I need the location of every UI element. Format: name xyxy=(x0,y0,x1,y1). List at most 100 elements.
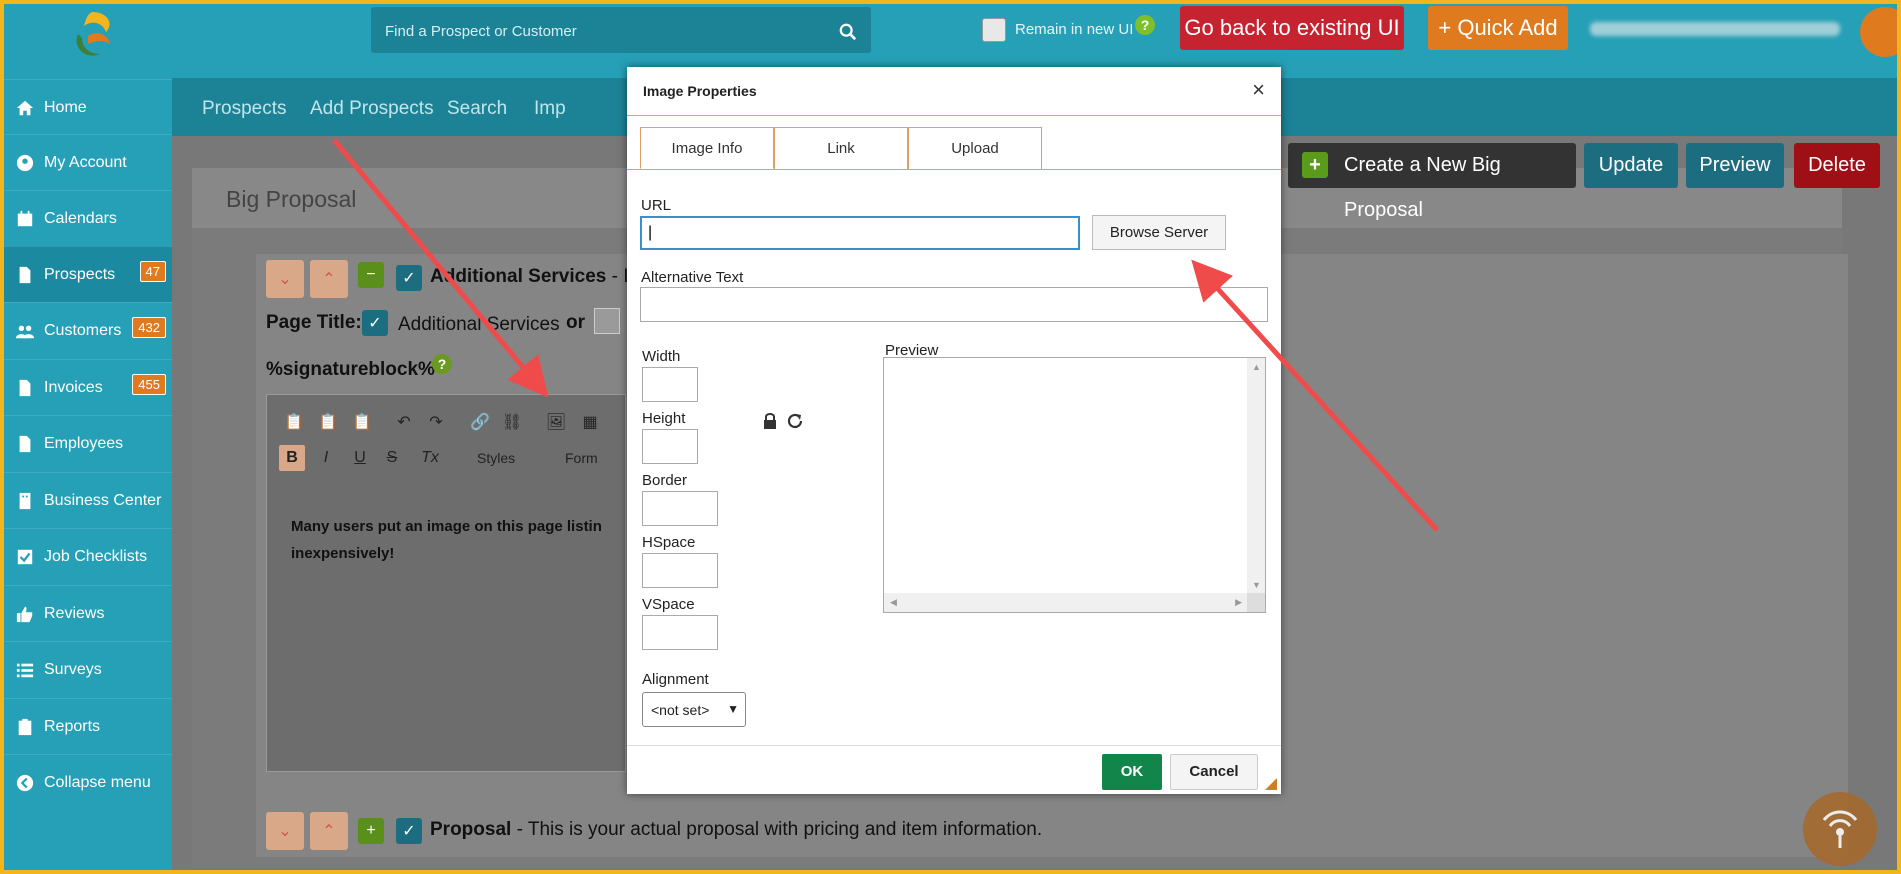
bold-button[interactable]: B xyxy=(279,445,305,471)
app-window: Find a Prospect or Customer Remain in ne… xyxy=(4,4,1897,870)
page-title-checkbox[interactable]: ✓ xyxy=(362,310,388,336)
strikethrough-button[interactable]: S xyxy=(379,445,405,471)
help-icon[interactable]: ? xyxy=(432,354,452,374)
sidebar-item-label: Employees xyxy=(44,434,124,452)
sidebar-item-label: Reports xyxy=(44,717,101,735)
width-label: Width xyxy=(642,348,681,365)
rich-text-editor[interactable]: 📋 📋 📋 ↶ ↷ 🔗 ⛓ 🖼 ▦ B I U S Tx Styles Form… xyxy=(266,394,626,772)
users-icon xyxy=(14,320,36,342)
hspace-input[interactable] xyxy=(642,553,718,588)
sidebar-item-employees[interactable]: Employees xyxy=(4,415,172,471)
sidebar-item-business-center[interactable]: Business Center xyxy=(4,472,172,528)
scroll-left-icon[interactable]: ◀ xyxy=(890,597,897,608)
search-icon[interactable] xyxy=(839,23,857,41)
alignment-select[interactable]: <not set> ▼ xyxy=(642,692,746,727)
plus-icon: + xyxy=(1302,152,1328,178)
nav-search[interactable]: Search xyxy=(447,98,507,120)
delete-button[interactable]: Delete xyxy=(1794,143,1880,188)
count-badge: 47 xyxy=(139,261,166,282)
sidebar-item-calendars[interactable]: Calendars xyxy=(4,190,172,246)
sidebar-item-reviews[interactable]: Reviews xyxy=(4,585,172,641)
sidebar-item-reports[interactable]: Reports xyxy=(4,698,172,754)
alignment-value: <not set> xyxy=(651,702,710,718)
dialog-title: Image Properties xyxy=(643,83,757,99)
home-icon xyxy=(14,97,36,119)
close-icon[interactable]: × xyxy=(1252,77,1265,103)
scroll-right-icon[interactable]: ▶ xyxy=(1235,597,1242,608)
cancel-button[interactable]: Cancel xyxy=(1170,754,1258,790)
expand-button[interactable]: + xyxy=(358,818,384,844)
nav-prospects[interactable]: Prospects xyxy=(202,98,286,120)
border-input[interactable] xyxy=(642,491,718,526)
custom-title-checkbox[interactable] xyxy=(594,308,620,334)
url-input[interactable]: | xyxy=(640,216,1080,250)
remove-format-icon[interactable]: Tx xyxy=(417,445,443,471)
table-icon[interactable]: ▦ xyxy=(577,409,603,435)
editor-content[interactable]: Many users put an image on this page lis… xyxy=(291,513,602,567)
paste-icon[interactable]: 📋 xyxy=(281,409,307,435)
link-icon[interactable]: 🔗 xyxy=(467,409,493,435)
tab-image-info[interactable]: Image Info xyxy=(640,127,774,169)
nav-add-prospects[interactable]: Add Prospects xyxy=(310,98,434,120)
vspace-input[interactable] xyxy=(642,615,718,650)
help-icon[interactable]: ? xyxy=(1135,15,1155,35)
move-up-button[interactable]: ⌃ xyxy=(310,812,348,850)
lock-icon[interactable] xyxy=(762,412,778,430)
paste-text-icon[interactable]: 📋 xyxy=(315,409,341,435)
remain-checkbox[interactable] xyxy=(982,18,1006,42)
nav-import[interactable]: Imp xyxy=(534,98,566,120)
collapse-menu-button[interactable]: Collapse menu xyxy=(4,754,172,810)
preview-button[interactable]: Preview xyxy=(1686,143,1784,188)
hspace-label: HSpace xyxy=(642,534,696,551)
sidebar-item-invoices[interactable]: Invoices 455 xyxy=(4,359,172,415)
redo-icon[interactable]: ↷ xyxy=(423,409,449,435)
user-icon xyxy=(14,152,36,174)
tab-link[interactable]: Link xyxy=(774,127,908,169)
collapse-button[interactable]: − xyxy=(358,262,384,288)
go-back-button[interactable]: Go back to existing UI xyxy=(1180,6,1404,50)
sidebar-item-label: Calendars xyxy=(44,209,117,227)
search-bar[interactable]: Find a Prospect or Customer xyxy=(371,7,871,53)
create-big-proposal-button[interactable]: + Create a New Big Proposal xyxy=(1288,143,1576,221)
move-up-button[interactable]: ⌃ xyxy=(310,260,348,298)
format-dropdown[interactable]: Form xyxy=(565,450,598,466)
ok-button[interactable]: OK xyxy=(1102,754,1162,790)
sidebar-item-home[interactable]: Home xyxy=(4,79,172,135)
update-button[interactable]: Update xyxy=(1584,143,1678,188)
move-down-button[interactable]: ⌄ xyxy=(266,812,304,850)
paste-word-icon[interactable]: 📋 xyxy=(349,409,375,435)
reset-size-icon[interactable] xyxy=(786,412,804,430)
tab-upload[interactable]: Upload xyxy=(908,127,1042,169)
avatar[interactable] xyxy=(1860,7,1897,57)
sidebar-item-prospects[interactable]: Prospects 47 xyxy=(4,246,172,302)
alt-text-label: Alternative Text xyxy=(641,269,744,286)
vertical-scrollbar[interactable]: ▲ ▼ xyxy=(1247,358,1265,594)
section-checkbox[interactable]: ✓ xyxy=(396,818,422,844)
sidebar-item-customers[interactable]: Customers 432 xyxy=(4,302,172,358)
width-input[interactable] xyxy=(642,367,698,402)
section-checkbox[interactable]: ✓ xyxy=(396,265,422,291)
undo-icon[interactable]: ↶ xyxy=(391,409,417,435)
sidebar-item-my-account[interactable]: My Account xyxy=(4,134,172,190)
horizontal-scrollbar[interactable]: ◀ ▶ xyxy=(884,593,1248,612)
resize-handle[interactable] xyxy=(1265,778,1277,790)
alt-text-input[interactable] xyxy=(640,287,1268,322)
browse-server-button[interactable]: Browse Server xyxy=(1092,215,1226,250)
broadcast-icon xyxy=(1822,810,1858,848)
image-icon[interactable]: 🖼 xyxy=(543,409,569,435)
sidebar-item-job-checklists[interactable]: Job Checklists xyxy=(4,528,172,584)
quick-add-button[interactable]: + Quick Add xyxy=(1428,6,1568,50)
sidebar-item-surveys[interactable]: Surveys xyxy=(4,641,172,697)
scroll-up-icon[interactable]: ▲ xyxy=(1252,362,1261,372)
chat-widget-button[interactable] xyxy=(1803,792,1877,866)
styles-dropdown[interactable]: Styles xyxy=(477,450,515,466)
italic-button[interactable]: I xyxy=(313,445,339,471)
move-down-button[interactable]: ⌄ xyxy=(266,260,304,298)
sidebar-item-label: Surveys xyxy=(44,660,102,678)
scroll-down-icon[interactable]: ▼ xyxy=(1252,580,1261,590)
image-preview[interactable]: ▲ ▼ ◀ ▶ xyxy=(883,357,1266,613)
underline-button[interactable]: U xyxy=(347,445,373,471)
height-input[interactable] xyxy=(642,429,698,464)
search-input[interactable]: Find a Prospect or Customer xyxy=(385,23,577,40)
unlink-icon[interactable]: ⛓ xyxy=(499,409,525,435)
